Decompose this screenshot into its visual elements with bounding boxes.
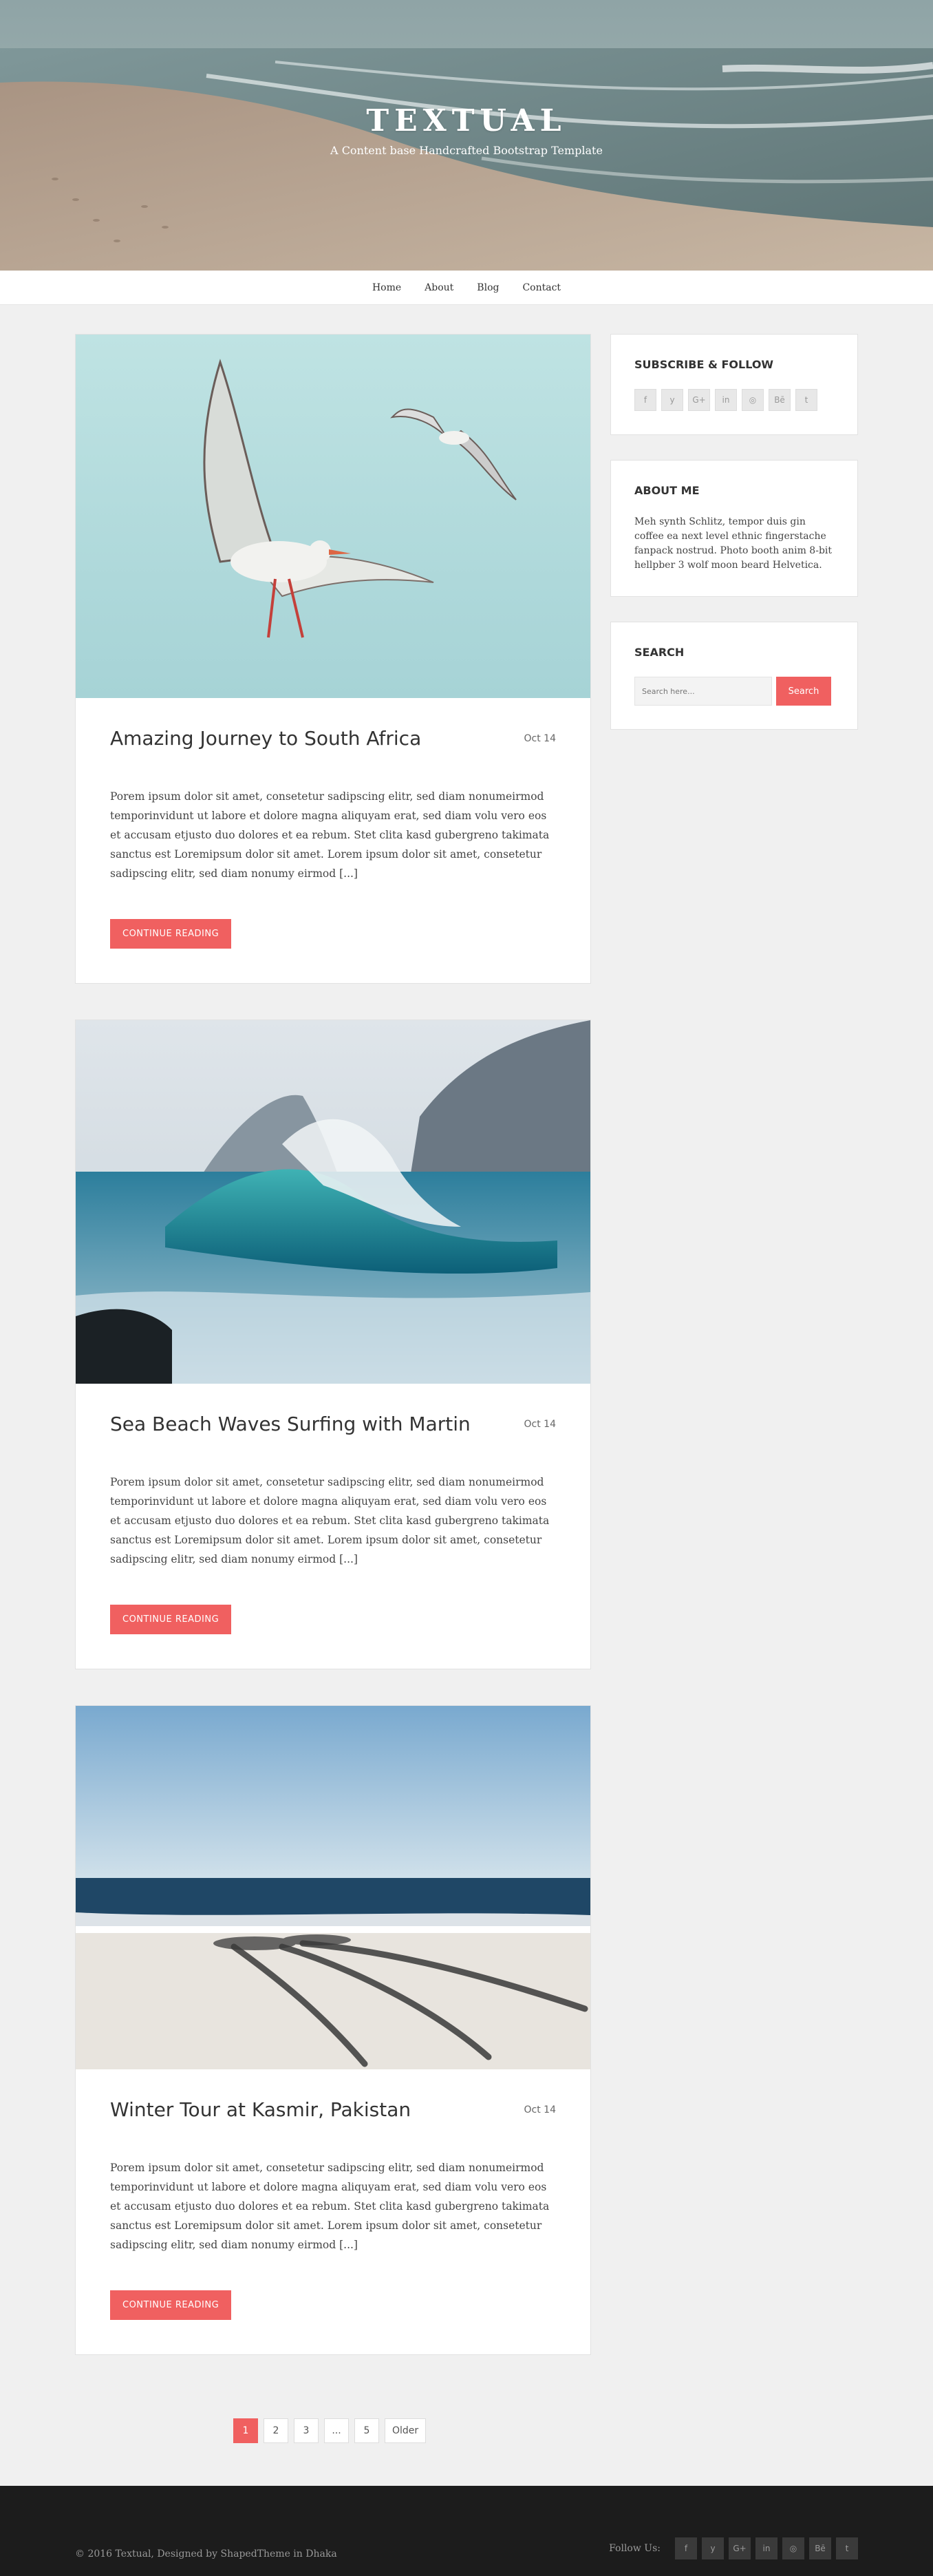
continue-reading-button[interactable]: CONTINUE READING [110, 1605, 232, 1634]
page-3-button[interactable]: 3 [294, 2418, 319, 2443]
post-card: Sea Beach Waves Surfing with Martin Oct … [75, 1020, 591, 1669]
footer: © 2016 Textual, Designed by ShapedTheme … [0, 2486, 933, 2576]
behance-icon[interactable]: Bē [769, 389, 791, 411]
page-ellipsis: ... [324, 2418, 349, 2443]
site-tagline: A Content base Handcrafted Bootstrap Tem… [330, 144, 603, 157]
facebook-icon[interactable]: f [634, 389, 656, 411]
pagination: 1 2 3 ... 5 Older [75, 2418, 858, 2445]
post-header: Winter Tour at Kasmir, Pakistan Oct 14 [110, 2098, 556, 2121]
post-body: Sea Beach Waves Surfing with Martin Oct … [76, 1384, 590, 1669]
linkedin-icon[interactable]: in [715, 389, 737, 411]
footer-social: Follow Us: f y G+ in ◎ Bē t [609, 2537, 858, 2559]
post-card: Amazing Journey to South Africa Oct 14 P… [75, 334, 591, 984]
nav-item-contact[interactable]: Contact [519, 279, 564, 296]
facebook-icon[interactable]: f [675, 2537, 697, 2559]
tumblr-icon[interactable]: t [836, 2537, 858, 2559]
post-date: Oct 14 [524, 732, 556, 744]
page-5-button[interactable]: 5 [354, 2418, 379, 2443]
post-date: Oct 14 [524, 1418, 556, 1430]
post-excerpt: Porem ipsum dolor sit amet, consetetur s… [110, 2162, 550, 2251]
sidebar: SUBSCRIBE & FOLLOW f y G+ in ◎ Bē t ABOU… [610, 334, 858, 754]
about-widget: ABOUT ME Meh synth Schlitz, tempor duis … [610, 460, 858, 597]
hero-text: TEXTUAL A Content base Handcrafted Boots… [0, 103, 933, 157]
nav-item-about[interactable]: About [421, 279, 457, 296]
search-button[interactable]: Search [776, 677, 831, 706]
nav-item-home[interactable]: Home [369, 279, 405, 296]
post-image-beach[interactable] [76, 1706, 590, 2069]
post-body: Winter Tour at Kasmir, Pakistan Oct 14 P… [76, 2069, 590, 2354]
post-excerpt: Porem ipsum dolor sit amet, consetetur s… [110, 790, 550, 880]
post-header: Amazing Journey to South Africa Oct 14 [110, 727, 556, 750]
tumblr-icon[interactable]: t [795, 389, 817, 411]
widget-title: SEARCH [634, 646, 685, 659]
instagram-icon[interactable]: ◎ [782, 2537, 804, 2559]
widget-title: SUBSCRIBE & FOLLOW [634, 358, 774, 371]
copyright-text: © 2016 Textual, Designed by ShapedTheme … [75, 2548, 337, 2559]
post-header: Sea Beach Waves Surfing with Martin Oct … [110, 1413, 556, 1435]
social-icons: f y G+ in ◎ Bē t [634, 389, 834, 411]
post-image-seagulls[interactable] [76, 335, 590, 698]
post-title[interactable]: Winter Tour at Kasmir, Pakistan [110, 2098, 411, 2121]
widget-title: ABOUT ME [634, 484, 700, 497]
post-image-ocean-wave[interactable] [76, 1020, 590, 1384]
continue-reading-button[interactable]: CONTINUE READING [110, 2290, 232, 2320]
post-excerpt: Porem ipsum dolor sit amet, consetetur s… [110, 1476, 550, 1565]
search-input[interactable] [634, 677, 772, 706]
behance-icon[interactable]: Bē [809, 2537, 831, 2559]
main-navigation: Home About Blog Contact [0, 271, 933, 305]
twitter-icon[interactable]: y [702, 2537, 724, 2559]
post-body: Amazing Journey to South Africa Oct 14 P… [76, 698, 590, 983]
post-list: Amazing Journey to South Africa Oct 14 P… [75, 334, 591, 2391]
linkedin-icon[interactable]: in [755, 2537, 778, 2559]
twitter-icon[interactable]: y [661, 389, 683, 411]
hero-banner: TEXTUAL A Content base Handcrafted Boots… [0, 0, 933, 271]
page-1-button[interactable]: 1 [233, 2418, 258, 2443]
older-posts-button[interactable]: Older [385, 2418, 427, 2443]
about-text: Meh synth Schlitz, tempor duis gin coffe… [634, 516, 833, 571]
post-card: Winter Tour at Kasmir, Pakistan Oct 14 P… [75, 1705, 591, 2355]
subscribe-widget: SUBSCRIBE & FOLLOW f y G+ in ◎ Bē t [610, 334, 858, 435]
instagram-icon[interactable]: ◎ [742, 389, 764, 411]
google-plus-icon[interactable]: G+ [729, 2537, 751, 2559]
page-2-button[interactable]: 2 [264, 2418, 288, 2443]
post-title[interactable]: Sea Beach Waves Surfing with Martin [110, 1413, 471, 1435]
continue-reading-button[interactable]: CONTINUE READING [110, 919, 232, 949]
google-plus-icon[interactable]: G+ [688, 389, 710, 411]
site-title[interactable]: TEXTUAL [0, 103, 933, 138]
search-form: Search [634, 677, 834, 706]
nav-item-blog[interactable]: Blog [473, 279, 502, 296]
search-widget: SEARCH Search [610, 622, 858, 730]
footer-inner: © 2016 Textual, Designed by ShapedTheme … [75, 2486, 858, 2576]
follow-label: Follow Us: [609, 2543, 661, 2554]
post-date: Oct 14 [524, 2104, 556, 2115]
post-title[interactable]: Amazing Journey to South Africa [110, 727, 421, 750]
content-container: Amazing Journey to South Africa Oct 14 P… [75, 305, 858, 2391]
